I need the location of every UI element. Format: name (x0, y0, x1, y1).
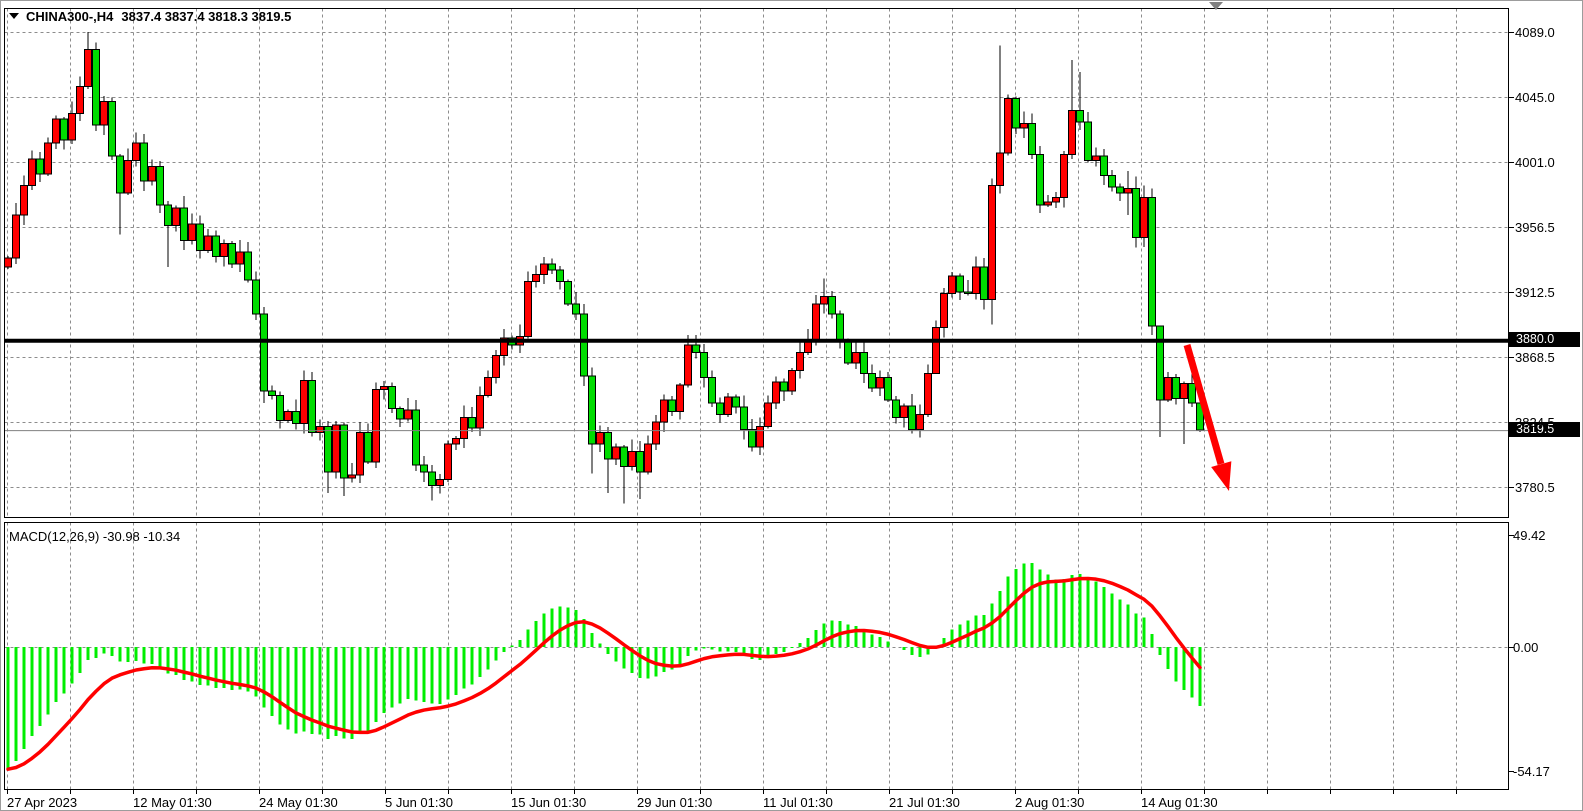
time-axis-label: 14 Aug 01:30 (1141, 795, 1218, 810)
time-axis-label: 12 May 01:30 (133, 795, 212, 810)
time-axis-label: 11 Jul 01:30 (763, 795, 833, 810)
price-axis-label: 3780.5 (1515, 480, 1555, 495)
time-axis-label: 15 Jun 01:30 (511, 795, 586, 810)
macd-axis-label-min: -54.17 (1513, 764, 1550, 779)
price-axis-label: 3912.5 (1515, 285, 1555, 300)
time-axis-label: 27 Apr 2023 (7, 795, 77, 810)
price-axis-label: 3956.5 (1515, 220, 1555, 235)
time-axis-label: 5 Jun 01:30 (385, 795, 453, 810)
symbol-period-label: CHINA300-,H4 (26, 9, 113, 24)
price-axis-label: 3868.5 (1515, 350, 1555, 365)
chart-title: CHINA300-,H4 3837.4 3837.4 3818.3 3819.5 (9, 9, 291, 24)
ohlc-values: 3837.4 3837.4 3818.3 3819.5 (121, 9, 291, 24)
price-axis-label: 3824.5 (1515, 415, 1555, 430)
chart-canvas[interactable] (0, 0, 1583, 811)
time-axis-label: 21 Jul 01:30 (889, 795, 960, 810)
time-axis-label: 2 Aug 01:30 (1015, 795, 1084, 810)
price-axis-label: 4001.0 (1515, 155, 1555, 170)
level-price-badge: 3880.0 (1509, 332, 1580, 347)
macd-axis-label-max: 49.42 (1513, 528, 1546, 543)
time-axis-label: 29 Jun 01:30 (637, 795, 712, 810)
price-axis-label: 4089.0 (1515, 25, 1555, 40)
time-axis-label: 24 May 01:30 (259, 795, 338, 810)
macd-indicator-label: MACD(12,26,9) -30.98 -10.34 (9, 529, 180, 544)
chart-window: CHINA300-,H43837.4 3837.4 3818.3 3819.5 … (0, 0, 1583, 811)
symbol-dropdown-icon[interactable] (9, 13, 19, 19)
macd-axis-label-zero: 0.00 (1513, 640, 1538, 655)
price-axis-label: 4045.0 (1515, 90, 1555, 105)
